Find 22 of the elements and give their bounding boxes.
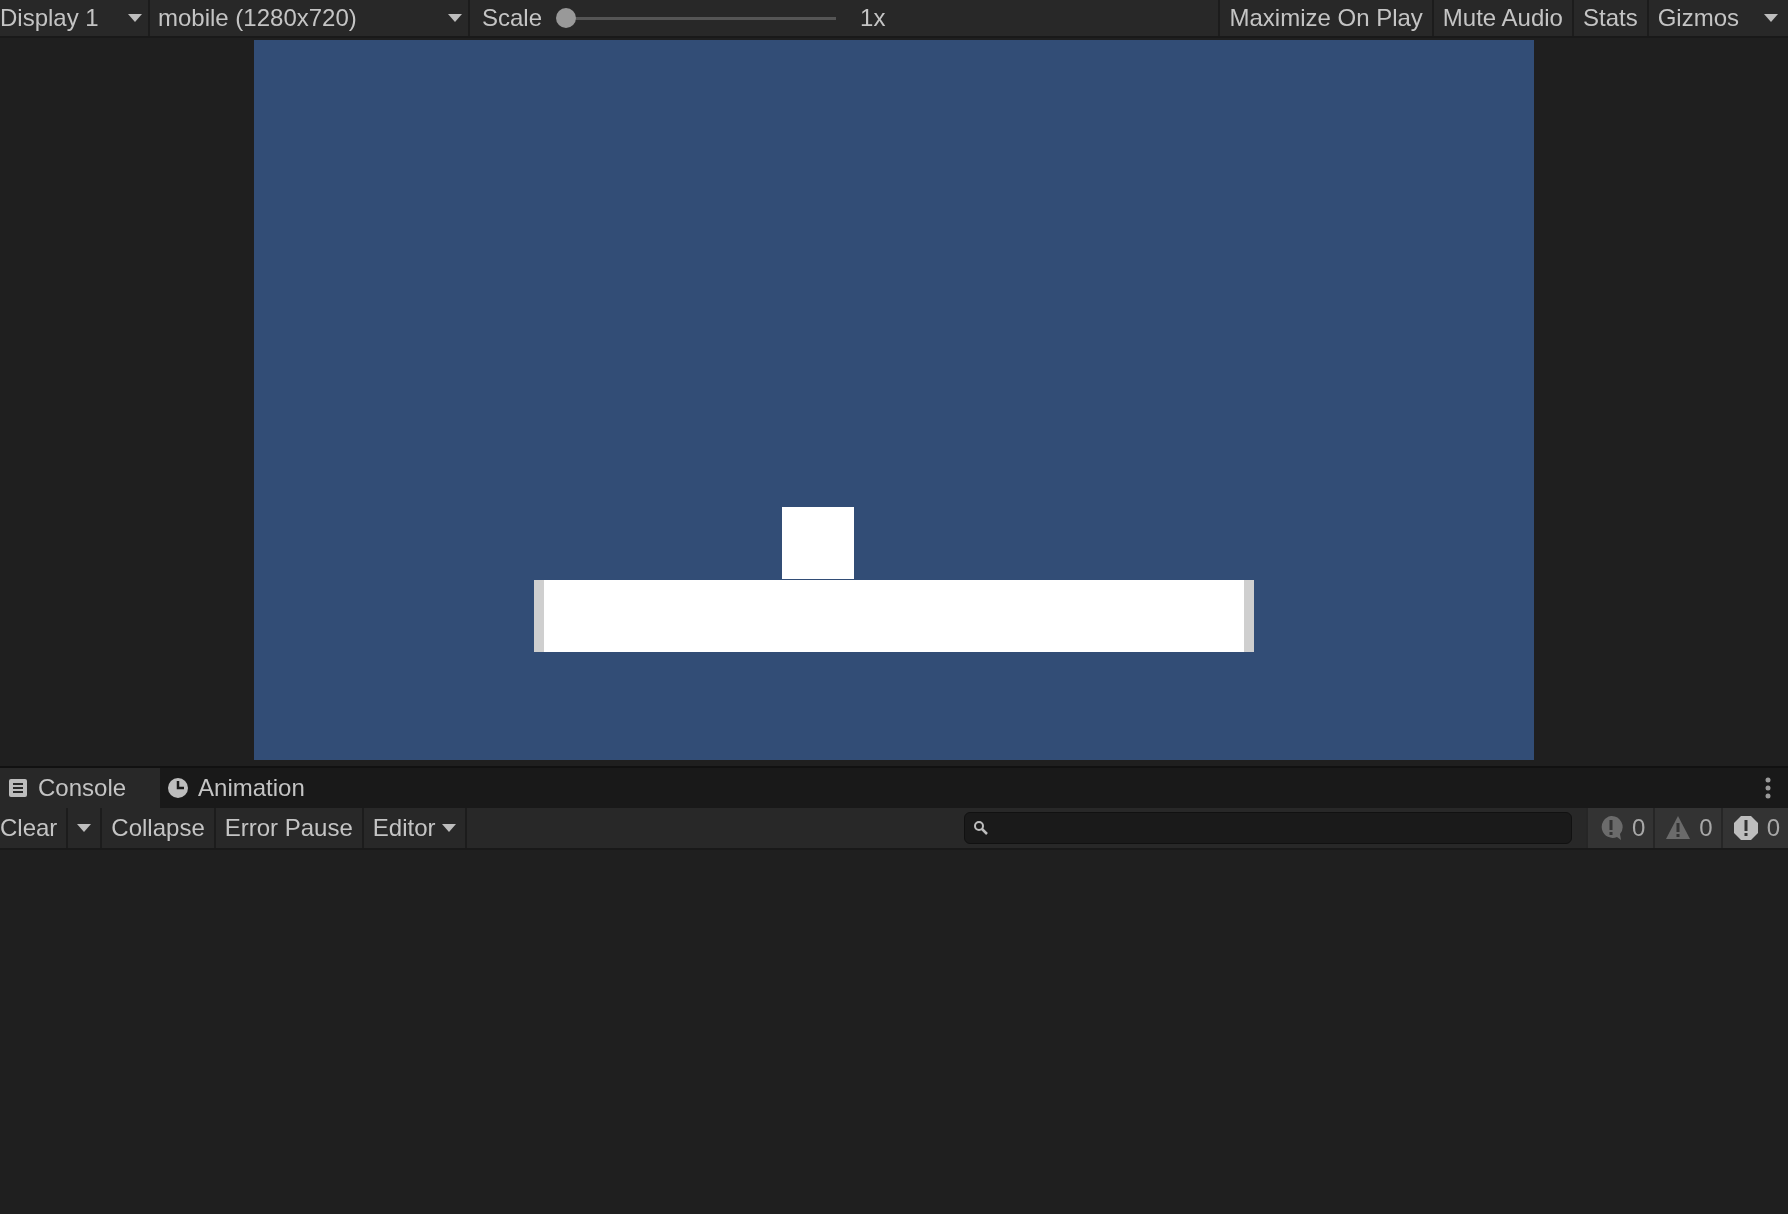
caret-icon [77, 824, 92, 832]
clock-icon [168, 778, 189, 798]
clear-button[interactable]: Clear [0, 808, 69, 848]
search-field[interactable] [963, 812, 1572, 844]
caret-icon [448, 14, 462, 22]
message-counter[interactable]: 0 [1720, 808, 1788, 848]
message-counter[interactable]: 0 [1653, 808, 1721, 848]
scale-reading: 1x [860, 4, 886, 32]
caret-icon [1764, 14, 1778, 22]
caret-icon [128, 14, 142, 22]
warning-icon [1665, 815, 1692, 841]
square-sprite [782, 507, 854, 579]
scale-label: Scale [482, 4, 543, 32]
message-counter[interactable]: 0 [1585, 808, 1654, 848]
caret-icon [441, 824, 456, 832]
panel-tab[interactable]: Animation [160, 768, 339, 808]
search-icon [972, 820, 989, 836]
panel-tab[interactable]: Console [0, 768, 161, 808]
error-icon [1732, 815, 1759, 841]
more-options-icon[interactable] [1764, 777, 1772, 799]
list-icon [8, 778, 28, 798]
display-dropdown[interactable]: Display 1 [0, 0, 150, 36]
